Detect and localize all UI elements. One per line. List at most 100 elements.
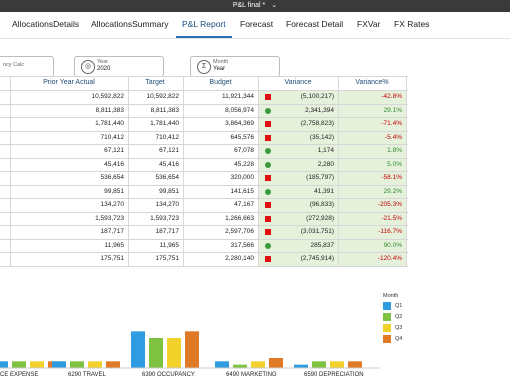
cell-target: 8,811,383 bbox=[150, 106, 179, 114]
window-title: P&L final * bbox=[232, 2, 266, 9]
cell-variance: (5,100,217) bbox=[300, 93, 334, 100]
header-prior-year-actual[interactable]: Prior Year Actual bbox=[10, 76, 128, 90]
bar-q3[interactable] bbox=[88, 361, 102, 368]
cell-budget: 3,864,369 bbox=[225, 120, 254, 127]
chevron-down-icon[interactable]: ⌄ bbox=[271, 2, 277, 9]
title-bar: P&L final * ⌄ bbox=[0, 0, 510, 12]
cell-pct: -71.4% bbox=[381, 120, 402, 127]
cell-target: 710,412 bbox=[155, 133, 180, 141]
tab-allocations-details[interactable]: AllocationsDetails bbox=[12, 19, 79, 29]
filter-label: Month bbox=[213, 59, 229, 65]
cell-budget: 11,921,344 bbox=[221, 93, 254, 100]
bar-q2[interactable] bbox=[70, 361, 84, 368]
legend-swatch bbox=[383, 302, 391, 310]
bar-q1[interactable] bbox=[215, 361, 229, 368]
x-tick-label: 6590 DEPRECIATION bbox=[304, 372, 364, 378]
month-filter[interactable]: Σ Month Year bbox=[190, 56, 280, 77]
legend-item-q1: Q1 bbox=[383, 302, 423, 311]
status-green-circle-icon bbox=[265, 161, 271, 168]
cell-pct: -120.4% bbox=[377, 255, 402, 262]
bar-q2[interactable] bbox=[312, 361, 326, 368]
bar-q3[interactable] bbox=[167, 338, 181, 368]
legend-label: Q2 bbox=[395, 314, 403, 320]
cell-pct: 90.0% bbox=[383, 241, 402, 249]
year-filter[interactable]: ◎ Year 2020 bbox=[74, 56, 164, 77]
status-red-square-icon bbox=[265, 94, 271, 100]
header-variance-pct[interactable]: Variance% bbox=[338, 76, 406, 90]
x-tick-label: 6390 OCCUPANCY bbox=[142, 372, 195, 378]
cell-budget: 1,266,663 bbox=[225, 214, 254, 222]
cell-variance: 285,837 bbox=[310, 241, 335, 249]
row-divider bbox=[0, 265, 408, 267]
cell-budget: 2,597,706 bbox=[225, 228, 254, 235]
quarterly-bar-chart bbox=[0, 285, 510, 382]
status-red-square-icon bbox=[265, 256, 271, 262]
bar-q3[interactable] bbox=[330, 361, 344, 368]
bar-q3[interactable] bbox=[251, 361, 265, 368]
tab-fx-rates[interactable]: FX Rates bbox=[394, 19, 429, 29]
cell-variance: 2,280 bbox=[317, 160, 334, 168]
cell-target: 11,965 bbox=[159, 241, 179, 249]
cell-budget: 2,280,140 bbox=[225, 255, 254, 262]
legend-swatch bbox=[383, 313, 391, 321]
filter-value: Year bbox=[213, 66, 226, 72]
header-target[interactable]: Target bbox=[128, 76, 182, 90]
bar-q4[interactable] bbox=[106, 361, 120, 368]
bar-q1[interactable] bbox=[131, 331, 145, 368]
bar-q2[interactable] bbox=[149, 338, 163, 368]
bar-q1[interactable] bbox=[52, 361, 66, 368]
status-green-circle-icon bbox=[265, 188, 271, 195]
status-green-circle-icon bbox=[265, 148, 271, 154]
chart-svg bbox=[0, 331, 380, 369]
cell-pct: 29.2% bbox=[383, 187, 402, 195]
filter-label: ncy Calc bbox=[3, 62, 25, 68]
cell-variance: (2,745,914) bbox=[300, 255, 334, 262]
bar-q3[interactable] bbox=[30, 361, 44, 368]
bar-q4[interactable] bbox=[348, 361, 362, 368]
legend-swatch bbox=[383, 335, 391, 343]
cell-target: 187,717 bbox=[155, 228, 180, 235]
cell-variance: (96,833) bbox=[309, 201, 334, 208]
tab-bar: AllocationsDetails AllocationsSummary P&… bbox=[0, 12, 510, 39]
tab-pl-report[interactable]: P&L Report bbox=[182, 19, 226, 29]
x-tick-label: 6490 MARKETING bbox=[226, 372, 277, 378]
cell-pct: -42.8% bbox=[381, 93, 402, 100]
cell-budget: 67,078 bbox=[234, 147, 254, 154]
tab-allocations-summary[interactable]: AllocationsSummary bbox=[91, 19, 168, 29]
bar-q1[interactable] bbox=[0, 361, 8, 368]
filter-label: Year bbox=[97, 59, 109, 65]
bar-q2[interactable] bbox=[12, 361, 26, 368]
x-tick-label: 6290 TRAVEL bbox=[68, 372, 106, 378]
legend-item-q2: Q2 bbox=[383, 313, 423, 322]
cell-variance: (272,928) bbox=[306, 214, 334, 222]
cell-target: 45,416 bbox=[159, 160, 179, 168]
sigma-icon: Σ bbox=[197, 60, 211, 74]
cell-budget: 320,000 bbox=[230, 174, 255, 181]
cell-budget: 645,576 bbox=[230, 133, 255, 141]
status-red-square-icon bbox=[265, 202, 271, 208]
cell-pct: 29.1% bbox=[383, 106, 402, 114]
bar-q4[interactable] bbox=[185, 331, 199, 368]
status-red-square-icon bbox=[265, 134, 271, 141]
status-red-square-icon bbox=[265, 215, 271, 222]
cell-variance: (3,031,751) bbox=[300, 228, 334, 235]
cell-target: 1,593,723 bbox=[150, 214, 179, 222]
cell-target: 10,592,822 bbox=[146, 93, 179, 100]
calendar-icon: ◎ bbox=[81, 60, 95, 74]
currency-calc-filter[interactable]: ncy Calc bbox=[0, 56, 54, 77]
cell-budget: 47,167 bbox=[234, 201, 254, 208]
cell-variance: (185,797) bbox=[306, 174, 334, 181]
tab-forecast[interactable]: Forecast bbox=[240, 19, 273, 29]
pl-table: Prior Year Actual Target Budget Variance… bbox=[0, 76, 408, 267]
tab-forecast-detail[interactable]: Forecast Detail bbox=[286, 19, 343, 29]
filter-value: 2020 bbox=[97, 66, 111, 72]
bar-q4[interactable] bbox=[269, 358, 283, 368]
header-budget[interactable]: Budget bbox=[183, 76, 258, 90]
cell-pct: -116.7% bbox=[378, 228, 402, 235]
cell-pct: -5.4% bbox=[385, 133, 402, 141]
row-divider bbox=[0, 76, 408, 77]
status-red-square-icon bbox=[265, 229, 271, 235]
cell-budget: 141,615 bbox=[230, 187, 255, 195]
tab-fxvar[interactable]: FXVar bbox=[357, 19, 380, 29]
header-variance[interactable]: Variance bbox=[258, 76, 338, 90]
